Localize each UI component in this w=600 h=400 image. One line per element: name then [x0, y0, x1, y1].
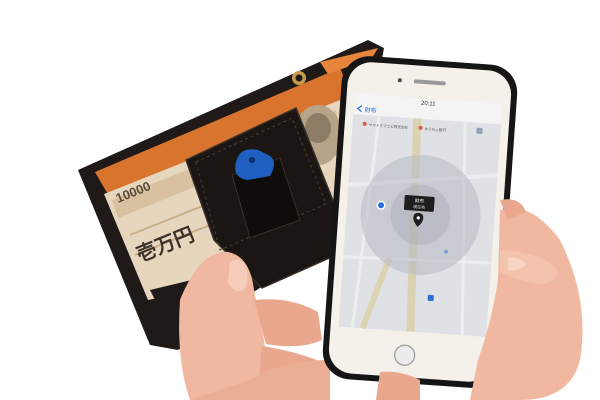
- left-thumbnail: [228, 259, 248, 291]
- poi-icon: [427, 294, 434, 302]
- home-button[interactable]: [394, 344, 416, 366]
- photo-scene: 10000 壱万円 20:11 財布 ヤマトヌマエビ株式会社 ゆうちょ銀行 財布…: [0, 0, 600, 400]
- scene-illustration: 10000 壱万円 20:11 財布 ヤマトヌマエビ株式会社 ゆうちょ銀行 財布…: [78, 40, 583, 400]
- status-time: 20:11: [421, 101, 437, 108]
- popup-subtitle: 現在地: [413, 203, 425, 210]
- map-icon: [476, 127, 483, 135]
